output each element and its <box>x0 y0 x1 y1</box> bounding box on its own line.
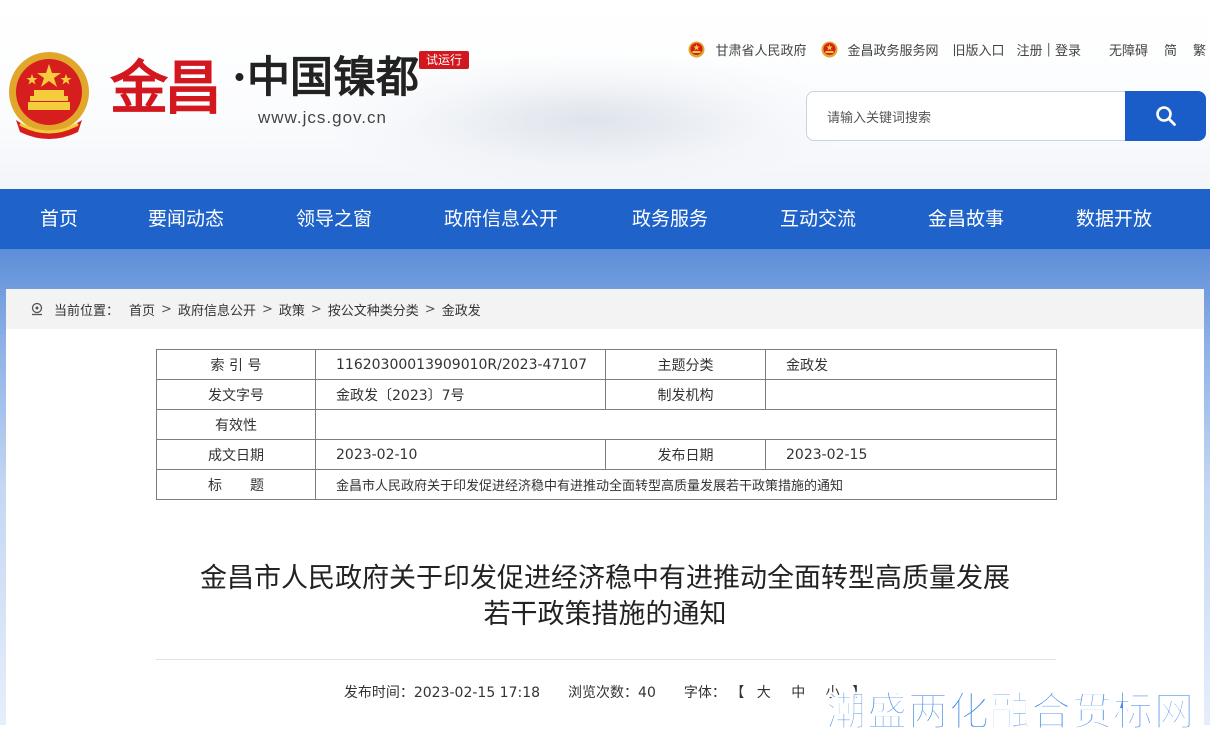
breadcrumb-home[interactable]: 首页 <box>129 300 155 319</box>
site-header: 金昌 ·中国镍都 www.jcs.gov.cn 试运行 甘肃省人民政府 金昌政务… <box>0 0 1210 189</box>
logo-url: www.jcs.gov.cn <box>258 108 387 127</box>
trial-badge: 试运行 <box>419 51 469 69</box>
bracket-open: 【 <box>730 685 745 701</box>
validity-value <box>315 409 1057 440</box>
breadcrumb-sep: > <box>161 301 172 317</box>
font-size-label: 字体： <box>683 685 726 701</box>
location-icon <box>31 302 43 316</box>
publish-time-label: 发布时间： <box>343 685 414 701</box>
link-simplified[interactable]: 简 <box>1164 40 1177 59</box>
nav-item-services[interactable]: 政务服务 <box>632 189 708 249</box>
docno-value: 金政发〔2023〕7号 <box>315 379 606 410</box>
breadcrumb-doc-type[interactable]: 按公文种类分类 <box>328 300 419 319</box>
national-emblem-icon[interactable] <box>6 50 92 140</box>
breadcrumb-sep: > <box>310 301 322 317</box>
link-service-network[interactable]: 金昌政务服务网 <box>821 40 939 59</box>
breadcrumb-sep: > <box>261 301 273 317</box>
table-row: 发文字号 金政发〔2023〕7号 制发机构 <box>156 379 1057 410</box>
docno-label: 发文字号 <box>156 379 316 410</box>
document-meta-table: 索 引 号 11620300013909010R/2023-47107 主题分类… <box>156 349 1057 500</box>
logo-main-text: 金昌 <box>110 54 222 122</box>
content-card: 当前位置： 首页 > 政府信息公开 > 政策 > 按公文种类分类 > 金政发 索… <box>6 289 1204 725</box>
nav-item-interaction[interactable]: 互动交流 <box>780 189 856 249</box>
breadcrumb-sep: > <box>424 301 436 317</box>
nav-item-open-government[interactable]: 政府信息公开 <box>444 189 558 249</box>
link-gansu-label: 甘肃省人民政府 <box>715 43 807 59</box>
breadcrumb-current[interactable]: 金政发 <box>442 300 481 319</box>
index-label: 索 引 号 <box>156 349 316 380</box>
topic-value: 金政发 <box>765 349 1057 380</box>
search-button[interactable] <box>1125 91 1206 141</box>
link-login[interactable]: 登录 <box>1055 40 1081 59</box>
link-gansu-government[interactable]: 甘肃省人民政府 <box>688 40 807 59</box>
link-accessibility[interactable]: 无障碍 <box>1109 40 1148 59</box>
views-count: 40 <box>638 685 656 701</box>
breadcrumb: 当前位置： 首页 > 政府信息公开 > 政策 > 按公文种类分类 > 金政发 <box>6 289 1204 329</box>
nav-item-open-data[interactable]: 数据开放 <box>1076 189 1152 249</box>
table-row: 标 题 金昌市人民政府关于印发促进经济稳中有进推动全面转型高质量发展若干政策措施… <box>156 469 1057 500</box>
nav-item-leaders[interactable]: 领导之窗 <box>296 189 372 249</box>
article-title-line1: 金昌市人民政府关于印发促进经济稳中有进推动全面转型高质量发展 <box>200 563 1010 594</box>
table-row: 有效性 <box>156 409 1057 440</box>
article-title: 金昌市人民政府关于印发促进经济稳中有进推动全面转型高质量发展 若干政策措施的通知 <box>6 561 1204 633</box>
nav-item-news[interactable]: 要闻动态 <box>148 189 224 249</box>
link-service-label: 金昌政务服务网 <box>847 43 939 59</box>
breadcrumb-open-government[interactable]: 政府信息公开 <box>178 300 256 319</box>
title-label: 标 题 <box>156 469 316 500</box>
breadcrumb-policy[interactable]: 政策 <box>279 300 305 319</box>
main-nav: 首页 要闻动态 领导之窗 政府信息公开 政务服务 互动交流 金昌故事 数据开放 <box>0 189 1210 249</box>
link-register[interactable]: 注册 <box>1017 40 1043 59</box>
logo-sub-text: ·中国镍都 <box>232 53 419 103</box>
created-value: 2023-02-10 <box>315 439 606 470</box>
link-old-version[interactable]: 旧版入口 <box>953 40 1005 59</box>
nav-item-stories[interactable]: 金昌故事 <box>928 189 1004 249</box>
views-label: 浏览次数： <box>568 685 639 701</box>
publish-time: 2023-02-15 17:18 <box>413 685 541 701</box>
font-size-medium[interactable]: 中 <box>791 685 805 701</box>
divider <box>156 659 1056 660</box>
published-value: 2023-02-15 <box>765 439 1057 470</box>
table-row: 成文日期 2023-02-10 发布日期 2023-02-15 <box>156 439 1057 470</box>
topic-label: 主题分类 <box>605 349 766 380</box>
issuer-value <box>765 379 1057 410</box>
published-label: 发布日期 <box>605 439 766 470</box>
emblem-icon <box>688 41 705 57</box>
search-bar <box>806 91 1206 141</box>
search-box <box>806 91 1125 141</box>
title-value: 金昌市人民政府关于印发促进经济稳中有进推动全面转型高质量发展若干政策措施的通知 <box>315 469 1057 500</box>
site-logo[interactable]: 金昌 ·中国镍都 www.jcs.gov.cn <box>110 40 420 140</box>
link-traditional[interactable]: 繁 <box>1193 40 1206 59</box>
search-icon <box>1155 106 1176 126</box>
created-label: 成文日期 <box>156 439 316 470</box>
emblem-icon <box>821 41 837 57</box>
article-title-line2: 若干政策措施的通知 <box>483 599 727 630</box>
index-value: 11620300013909010R/2023-47107 <box>315 349 606 380</box>
validity-label: 有效性 <box>156 409 316 440</box>
breadcrumb-label: 当前位置： <box>54 303 120 319</box>
watermark: 潮盛两化融合贯标网 <box>826 689 1195 736</box>
issuer-label: 制发机构 <box>605 379 766 410</box>
search-input[interactable] <box>825 106 1119 130</box>
link-separator: | <box>1046 41 1051 57</box>
font-size-large[interactable]: 大 <box>757 685 771 701</box>
top-links: 甘肃省人民政府 金昌政务服务网 旧版入口 注册 | 登录 无障碍 简 繁 <box>688 38 1210 60</box>
table-row: 索 引 号 11620300013909010R/2023-47107 主题分类… <box>156 349 1057 380</box>
nav-item-home[interactable]: 首页 <box>40 189 78 249</box>
